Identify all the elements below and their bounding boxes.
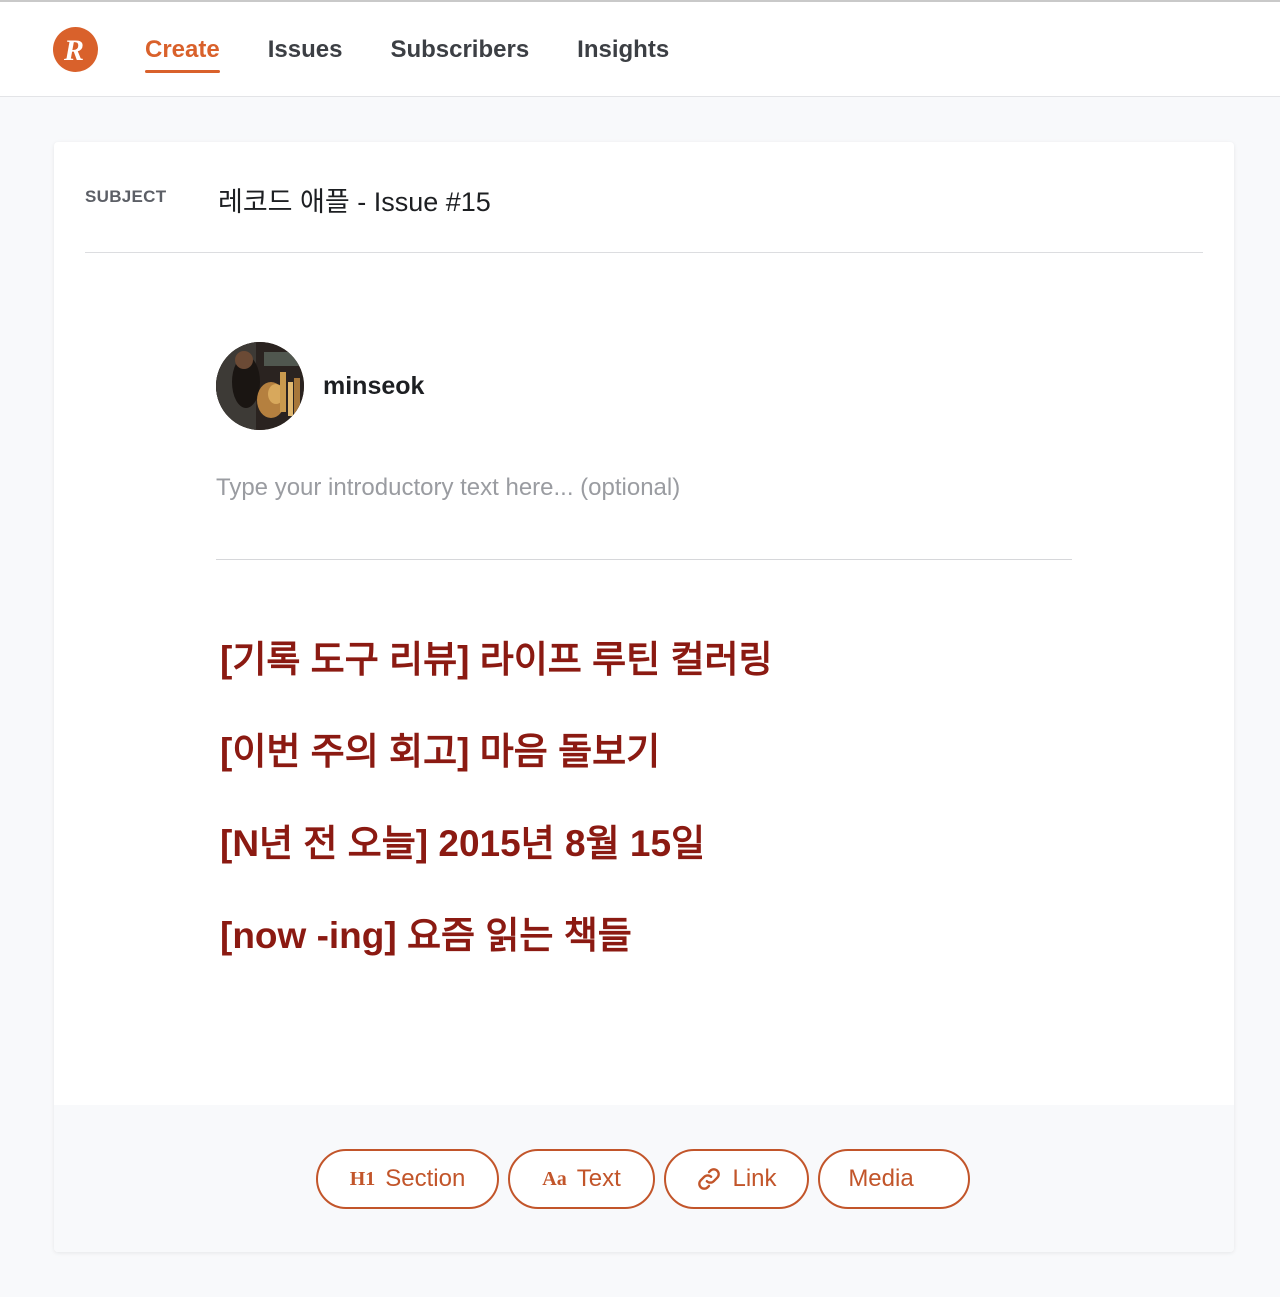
section-list: [기록 도구 리뷰] 라이프 루틴 컬러링 [이번 주의 회고] 마음 돌보기 … (220, 636, 773, 1004)
add-link-label: Link (732, 1165, 777, 1192)
author-block: minseok (216, 342, 424, 430)
add-section-label: Section (385, 1165, 466, 1192)
author-avatar (216, 342, 304, 430)
subject-input[interactable]: 레코드 애플 - Issue #15 (218, 180, 491, 219)
intro-text-area (216, 470, 1072, 560)
intro-text-input[interactable] (216, 470, 1072, 506)
section-heading[interactable]: [기록 도구 리뷰] 라이프 루틴 컬러링 (220, 636, 773, 728)
subject-row: SUBJECT 레코드 애플 - Issue #15 (85, 142, 1203, 253)
section-heading[interactable]: [이번 주의 회고] 마음 돌보기 (220, 728, 773, 820)
author-name: minseok (323, 371, 425, 400)
svg-text:R: R (63, 34, 84, 66)
insert-buttons: H1 Section Aa Text Link Media (316, 1149, 970, 1209)
top-navigation-bar: R Create Issues Subscribers Insights (0, 0, 1280, 97)
section-heading[interactable]: [now -ing] 요즘 읽는 책들 (220, 912, 773, 1004)
main-nav: Create Issues Subscribers Insights (145, 35, 717, 73)
link-icon (698, 1168, 721, 1190)
nav-create[interactable]: Create (145, 35, 220, 73)
add-section-button[interactable]: H1 Section (316, 1149, 499, 1209)
nav-insights[interactable]: Insights (577, 35, 669, 73)
add-media-label: Media (848, 1165, 914, 1192)
logo-r-mark: R (63, 34, 84, 66)
issue-editor-card: SUBJECT 레코드 애플 - Issue #15 minseok [기록 도… (54, 142, 1234, 1252)
nav-issues[interactable]: Issues (268, 35, 343, 73)
avatar-photo (216, 342, 304, 430)
insert-toolbar: H1 Section Aa Text Link Media (54, 1105, 1234, 1252)
add-media-button[interactable]: Media (818, 1149, 970, 1209)
section-heading[interactable]: [N년 전 오늘] 2015년 8월 15일 (220, 820, 773, 912)
add-text-label: Text (576, 1165, 621, 1192)
text-icon: Aa (542, 1167, 567, 1190)
add-link-button[interactable]: Link (664, 1149, 809, 1209)
subject-label: SUBJECT (85, 187, 167, 206)
nav-subscribers[interactable]: Subscribers (390, 35, 529, 73)
heading-icon: H1 (349, 1167, 376, 1190)
revue-logo[interactable]: R (53, 27, 98, 72)
add-text-button[interactable]: Aa Text (508, 1149, 655, 1209)
